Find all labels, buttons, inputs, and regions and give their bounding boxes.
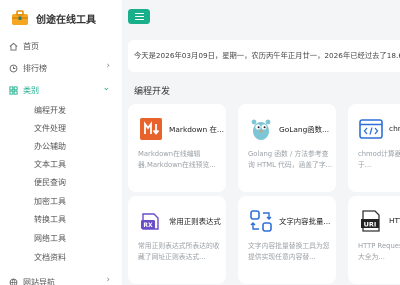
sidebar-item-label: 类别 — [23, 85, 39, 95]
sidebar-subitem[interactable]: 转换工具 — [34, 213, 66, 227]
tool-card[interactable]: GoLang函数... Golang 函数 / 方法参考查询 HTML 代码，涵… — [238, 104, 336, 192]
sidebar-subitem[interactable]: 加密工具 — [34, 195, 66, 209]
section-title: 编程开发 — [134, 87, 171, 97]
sidebar-item-ranking[interactable]: 排行榜 › — [8, 60, 116, 76]
svg-text:URI: URI — [364, 221, 377, 229]
markdown-icon — [138, 116, 164, 142]
sidebar-item-label: 网站导航 — [23, 277, 55, 285]
sidebar-subitem[interactable]: 办公辅助 — [34, 140, 66, 154]
sidebar-subitem[interactable]: 文本工具 — [34, 158, 66, 172]
sidebar-item-navigation[interactable]: 网站导航 › — [8, 274, 116, 285]
tool-card[interactable]: URI HTTP Request HTTP Request 常用请求头大全为..… — [348, 196, 400, 284]
card-title: chmod — [389, 124, 400, 133]
card-description: Golang 函数 / 方法参考查询 HTML 代码，涵盖了字... — [248, 150, 333, 169]
home-icon — [8, 41, 18, 51]
uri-icon: URI — [358, 208, 384, 234]
card-description: 常用正则表达式所表达的收藏了网址正则表达式... — [138, 242, 220, 261]
logo[interactable]: 创途在线工具 — [10, 7, 96, 29]
sidebar: 创途在线工具 首页 排行榜 › 类别 ⌄ 编程开发 文件处理 办公辅助 文本工具… — [0, 0, 122, 285]
card-title: Markdown 在... — [169, 125, 224, 134]
code-window-icon — [358, 116, 384, 142]
chevron-down-icon: ⌄ — [102, 83, 110, 93]
regex-icon: RX — [138, 208, 164, 234]
tool-card[interactable]: RX 常用正则表达式 常用正则表达式所表达的收藏了网址正则表达式... — [128, 196, 226, 284]
sidebar-subitem[interactable]: 文件处理 — [34, 122, 66, 136]
sidebar-subitem[interactable]: 网络工具 — [34, 232, 66, 246]
chevron-right-icon: › — [106, 275, 110, 285]
sidebar-subitem[interactable]: 文档资料 — [34, 251, 66, 265]
text-replace-icon — [248, 208, 274, 234]
tool-card[interactable]: 文字内容批量... 文字内容批量替换工具为您提供实现任意内容替... — [238, 196, 336, 284]
toolbox-logo-icon — [10, 8, 30, 28]
card-description: chmod计算器在线工具，用于... — [358, 150, 400, 169]
sidebar-subitem[interactable]: 编程开发 — [34, 104, 66, 118]
navigation-icon — [8, 277, 18, 285]
card-description: 文字内容批量替换工具为您提供实现任意内容替... — [248, 242, 330, 261]
date-notice: 今天是2026年03月09日，星期一，农历丙午年正月廿一，2026年已经过去了1… — [128, 40, 400, 72]
card-description: Markdown在线编辑器,Markdown在线预览... — [138, 150, 216, 169]
chevron-right-icon: › — [106, 61, 110, 71]
hamburger-icon — [134, 13, 144, 20]
sidebar-item-home[interactable]: 首页 — [8, 38, 116, 54]
card-title: GoLang函数... — [279, 125, 330, 134]
category-icon — [8, 85, 18, 95]
sidebar-item-label: 首页 — [23, 41, 39, 51]
tool-card[interactable]: Markdown 在... Markdown在线编辑器,Markdown在线预览… — [128, 104, 226, 192]
sidebar-item-label: 排行榜 — [23, 63, 47, 73]
ranking-icon — [8, 63, 18, 73]
card-title: 文字内容批量... — [279, 217, 331, 226]
card-description: HTTP Request 常用请求头大全为... — [358, 242, 400, 261]
svg-text:RX: RX — [143, 222, 153, 229]
app-title: 创途在线工具 — [36, 14, 96, 26]
sidebar-subitem[interactable]: 便民查询 — [34, 176, 66, 190]
tool-card[interactable]: chmod chmod计算器在线工具，用于... — [348, 104, 400, 192]
card-title: HTTP Request — [389, 216, 400, 225]
card-title: 常用正则表达式 — [169, 217, 221, 226]
golang-gopher-icon — [248, 116, 274, 142]
menu-toggle-button[interactable] — [128, 9, 150, 24]
sidebar-item-category[interactable]: 类别 ⌄ — [8, 82, 116, 98]
